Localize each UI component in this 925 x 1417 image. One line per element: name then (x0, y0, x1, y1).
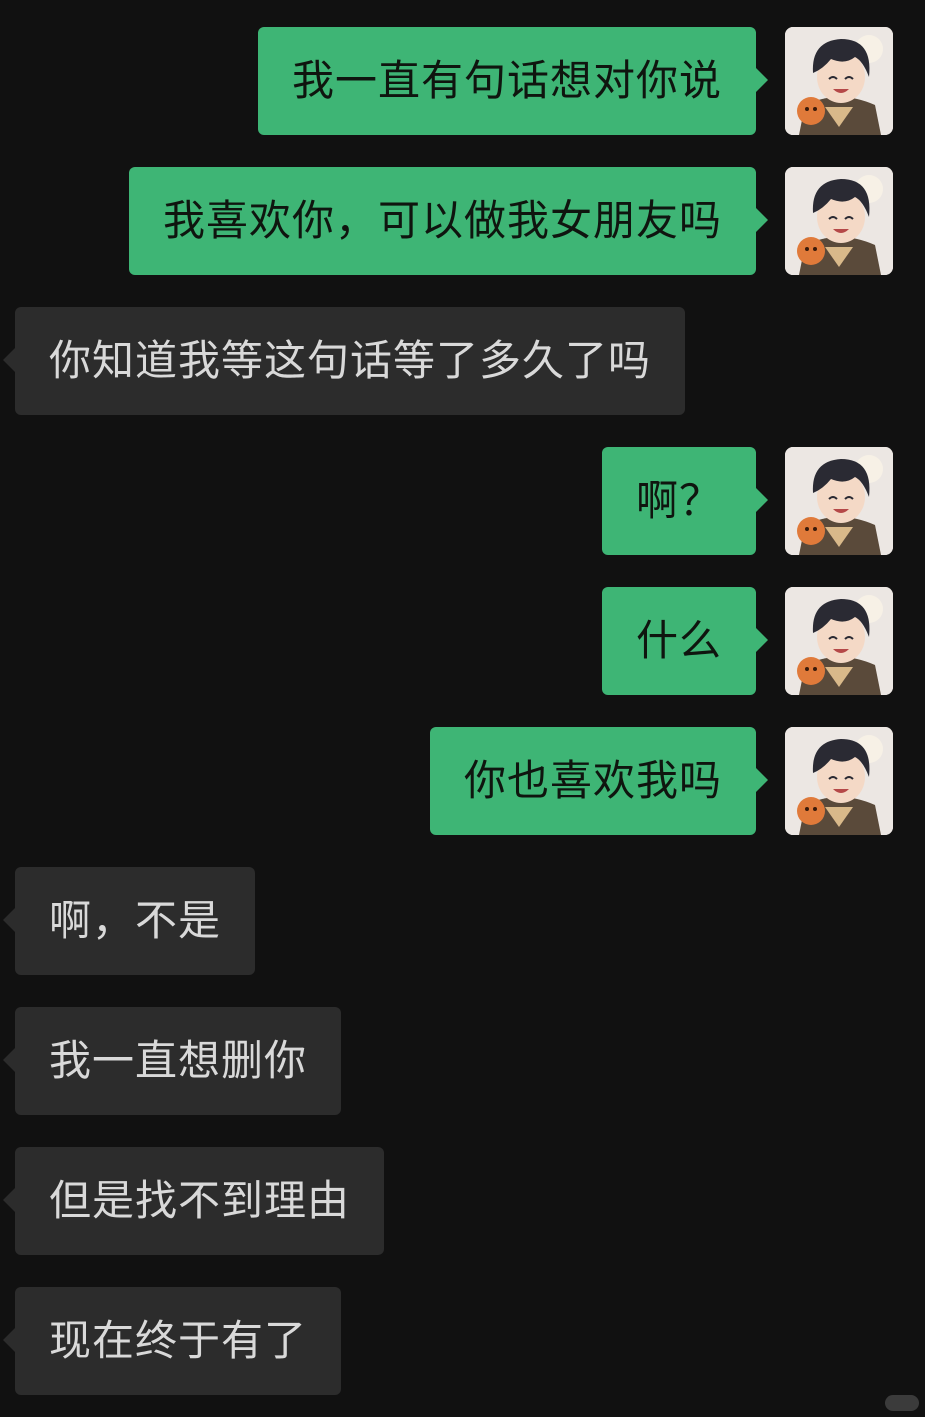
message-text: 啊，不是 (49, 896, 222, 945)
message-text: 你也喜欢我吗 (463, 756, 722, 805)
message-text: 但是找不到理由 (49, 1176, 351, 1225)
message-row-sent: 我喜欢你，可以做我女朋友吗 (0, 167, 925, 275)
watermark-logo (885, 1395, 919, 1411)
received-message-bubble[interactable]: 现在终于有了 (2, 1287, 342, 1395)
message-text: 你知道我等这句话等了多久了吗 (49, 336, 652, 385)
message-text: 什么 (635, 616, 722, 665)
message-text: 我一直有句话想对你说 (291, 56, 722, 105)
message-row-received: 但是找不到理由 (0, 1147, 925, 1255)
message-text: 我喜欢你，可以做我女朋友吗 (162, 196, 722, 245)
avatar-anime-boy-icon[interactable] (785, 447, 893, 555)
sent-message-bubble[interactable]: 我一直有句话想对你说 (257, 27, 769, 135)
message-text: 我一直想删你 (49, 1036, 308, 1085)
received-message-bubble[interactable]: 你知道我等这句话等了多久了吗 (2, 307, 686, 415)
avatar-anime-boy-icon[interactable] (785, 167, 893, 275)
message-row-received: 现在终于有了 (0, 1287, 925, 1395)
sent-message-bubble[interactable]: 你也喜欢我吗 (429, 727, 769, 835)
message-text: 啊？ (635, 476, 722, 525)
sent-message-bubble[interactable]: 啊？ (601, 447, 769, 555)
received-message-bubble[interactable]: 但是找不到理由 (2, 1147, 385, 1255)
avatar-anime-boy-icon[interactable] (785, 587, 893, 695)
avatar-anime-boy-icon[interactable] (785, 27, 893, 135)
sent-message-bubble[interactable]: 我喜欢你，可以做我女朋友吗 (128, 167, 769, 275)
message-row-received: 啊，不是 (0, 867, 925, 975)
message-row-sent: 你也喜欢我吗 (0, 727, 925, 835)
message-row-received: 我一直想删你 (0, 1007, 925, 1115)
message-text: 现在终于有了 (49, 1316, 308, 1365)
avatar-anime-boy-icon[interactable] (785, 727, 893, 835)
received-message-bubble[interactable]: 啊，不是 (2, 867, 256, 975)
message-row-received: 你知道我等这句话等了多久了吗 (0, 307, 925, 415)
message-row-sent: 什么 (0, 587, 925, 695)
message-row-sent: 啊？ (0, 447, 925, 555)
message-row-sent: 我一直有句话想对你说 (0, 27, 925, 135)
received-message-bubble[interactable]: 我一直想删你 (2, 1007, 342, 1115)
sent-message-bubble[interactable]: 什么 (601, 587, 769, 695)
